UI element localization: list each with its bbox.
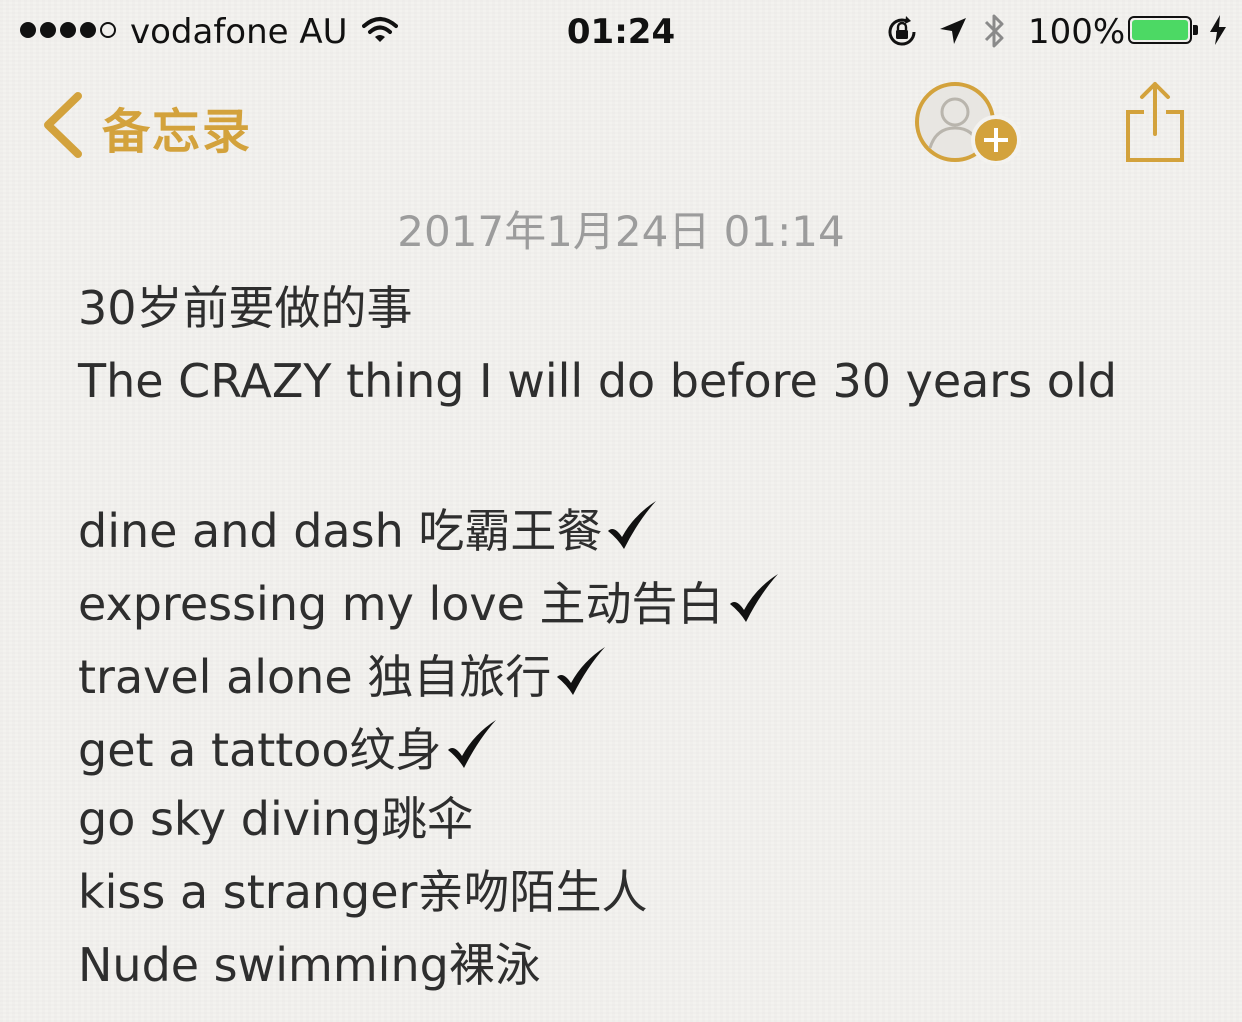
note-line-text: travel alone 独自旅行 bbox=[78, 650, 552, 704]
rotation-lock-icon bbox=[884, 14, 920, 54]
note-line-text: get a tattoo纹身 bbox=[78, 723, 442, 777]
note-line: get a tattoo纹身 bbox=[78, 718, 1218, 791]
note-line: travel alone 独自旅行 bbox=[78, 645, 1218, 718]
add-person-button[interactable] bbox=[914, 82, 1024, 170]
battery-icon bbox=[1128, 16, 1198, 44]
back-button[interactable]: 备忘录 bbox=[40, 92, 252, 162]
battery-percentage: 100% bbox=[1028, 12, 1126, 52]
note-line-text: 30岁前要做的事 bbox=[78, 281, 413, 335]
note-line: 30岁前要做的事 bbox=[78, 280, 1218, 353]
checkmark-icon bbox=[726, 572, 782, 636]
back-button-label: 备忘录 bbox=[102, 104, 253, 160]
note-line-text: The CRAZY thing I will do before 30 year… bbox=[78, 354, 1117, 408]
chevron-left-icon bbox=[40, 92, 84, 162]
checkmark-icon bbox=[553, 645, 609, 709]
note-body[interactable]: 30岁前要做的事 The CRAZY thing I will do before… bbox=[78, 280, 1218, 1010]
note-line: kiss a stranger亲吻陌生人 bbox=[78, 864, 1218, 937]
battery-fill bbox=[1132, 20, 1188, 40]
note-date: 2017年1月24日 01:14 bbox=[397, 207, 845, 256]
note-line: dine and dash 吃霸王餐 bbox=[78, 499, 1218, 572]
note-line bbox=[78, 426, 1218, 499]
note-line-text: go sky diving跳伞 bbox=[78, 792, 474, 846]
charging-bolt-icon bbox=[1208, 14, 1228, 50]
share-button[interactable] bbox=[1124, 80, 1186, 168]
share-icon bbox=[1124, 82, 1186, 168]
checkmark-icon bbox=[444, 718, 500, 782]
bluetooth-icon bbox=[982, 10, 1008, 56]
checkmark-icon bbox=[604, 499, 660, 563]
note-line: expressing my love 主动告白 bbox=[78, 572, 1218, 645]
status-bar: vodafone AU 01:24 100% bbox=[0, 0, 1242, 64]
note-line-text: dine and dash 吃霸王餐 bbox=[78, 504, 603, 558]
add-person-icon bbox=[914, 82, 1024, 170]
note-line-text: Nude swimming裸泳 bbox=[78, 938, 541, 992]
note-line-text: kiss a stranger亲吻陌生人 bbox=[78, 865, 648, 919]
note-line-text: expressing my love 主动告白 bbox=[78, 577, 724, 631]
note-line: The CRAZY thing I will do before 30 year… bbox=[78, 353, 1218, 426]
location-arrow-icon bbox=[938, 16, 968, 50]
note-line: go sky diving跳伞 bbox=[78, 791, 1218, 864]
note-line: Nude swimming裸泳 bbox=[78, 937, 1218, 1010]
